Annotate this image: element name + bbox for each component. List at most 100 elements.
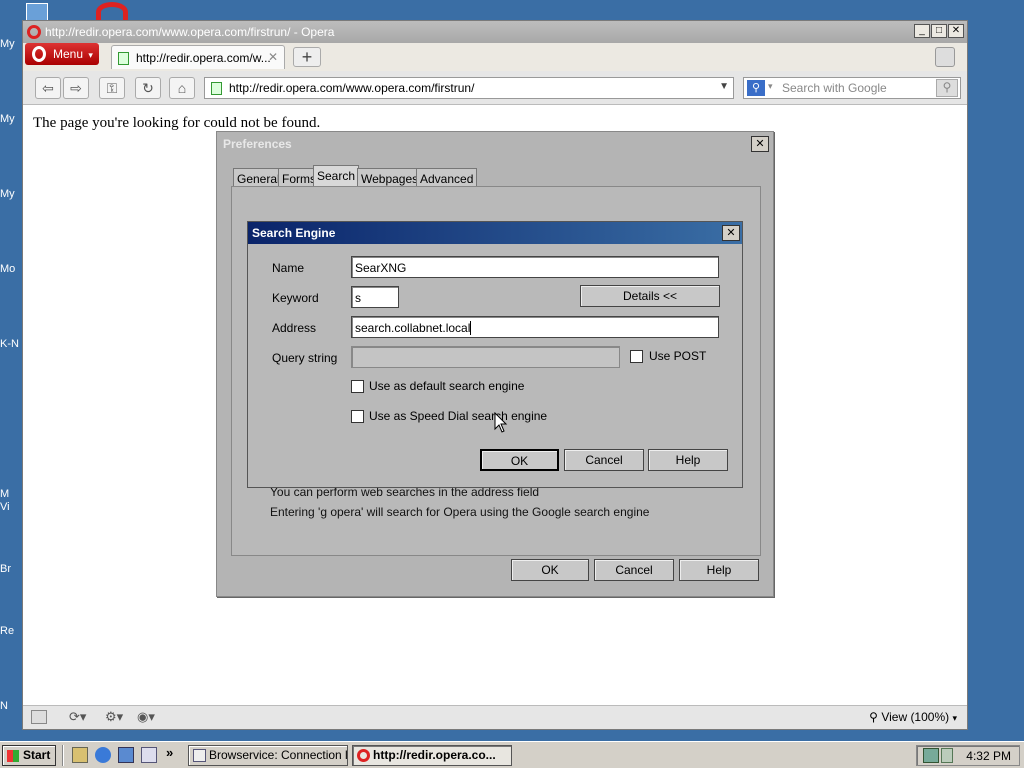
page-icon (118, 52, 129, 65)
title-bar[interactable]: http://redir.opera.com/www.opera.com/fir… (23, 21, 967, 43)
search-field[interactable]: ⚲ ▾ Search with Google ⚲ (743, 77, 961, 99)
security-icon[interactable] (941, 748, 953, 763)
key-icon[interactable]: ⚿ (99, 77, 125, 99)
separator (62, 745, 64, 766)
address-bar[interactable]: http://redir.opera.com/www.opera.com/fir… (204, 77, 734, 99)
dialog-title: Search Engine (248, 222, 742, 244)
search-placeholder: Search with Google (782, 81, 887, 95)
start-label: Start (23, 748, 51, 762)
name-field[interactable]: SearXNG (351, 256, 719, 278)
start-button[interactable]: Start (2, 745, 56, 766)
desktop-icon-label[interactable]: Mo (0, 263, 22, 275)
forward-button[interactable]: ⇨ (63, 77, 89, 99)
close-icon[interactable]: ✕ (751, 136, 769, 152)
speed-dial-checkbox[interactable] (351, 410, 364, 423)
menu-button[interactable]: Menu ▾ (25, 43, 99, 65)
query-string-label: Query string (272, 351, 338, 365)
desktop-icon-label[interactable]: My (0, 38, 22, 50)
default-engine-checkbox[interactable] (351, 380, 364, 393)
name-label: Name (272, 261, 305, 275)
details-button[interactable]: Details << (580, 285, 720, 307)
desktop-icon-label[interactable]: M (0, 488, 22, 500)
address-dropdown-icon[interactable]: ▼ (719, 81, 729, 92)
tab-advanced[interactable]: Advanced (416, 168, 478, 188)
status-bar: ⟳▾ ⚙▾ ◉▾ ⚲ View (100%) ▾ (23, 705, 967, 729)
address-text: http://redir.opera.com/www.opera.com/fir… (229, 81, 475, 95)
taskbar-item-browservice[interactable]: Browservice: Connection l... (188, 745, 348, 766)
desktop-icon-label[interactable]: My (0, 188, 22, 200)
unite-icon[interactable]: ⚙▾ (105, 709, 123, 725)
window-title: http://redir.opera.com/www.opera.com/fir… (45, 25, 335, 39)
clock[interactable]: 4:32 PM (966, 749, 1011, 763)
opera-logo-icon (27, 25, 41, 39)
help-button[interactable]: Help (679, 559, 759, 581)
turbo-icon[interactable]: ◉▾ (137, 709, 155, 725)
window-icon (193, 749, 206, 762)
tab-title: http://redir.opera.com/w... (136, 51, 271, 65)
zoom-label: View (100%) (881, 710, 950, 724)
home-button[interactable]: ⌂ (169, 77, 195, 99)
address-label: Address (272, 321, 317, 335)
show-desktop-icon[interactable] (72, 747, 88, 763)
query-string-field[interactable] (351, 346, 620, 368)
tab-general[interactable]: General (233, 168, 284, 188)
search-info-text: Entering 'g opera' will search for Opera… (270, 505, 650, 519)
cancel-button[interactable]: Cancel (564, 449, 644, 471)
quicklaunch-overflow[interactable]: » (166, 745, 173, 760)
desktop-icon-label[interactable]: Re (0, 625, 22, 637)
task-label: Browservice: Connection l... (209, 748, 348, 762)
search-engine-dialog: Search Engine ✕ Name SearXNG Keyword s D… (247, 221, 743, 488)
close-tab-icon[interactable]: ✕ (268, 50, 278, 64)
dialog-title: Preferences (223, 137, 292, 151)
system-tray: 4:32 PM (916, 745, 1020, 766)
task-label: http://redir.opera.co... (373, 748, 496, 762)
outlook-icon[interactable] (118, 747, 134, 763)
panel-toggle-icon[interactable] (31, 710, 47, 724)
computer-icon[interactable] (26, 3, 48, 21)
search-engine-icon[interactable]: ⚲ (747, 80, 765, 96)
keyword-label: Keyword (272, 291, 319, 305)
desktop-icon-label[interactable]: Br (0, 563, 22, 575)
address-field[interactable]: search.collabnet.local (351, 316, 719, 338)
opera-icon (357, 749, 370, 762)
new-tab-button[interactable]: + (293, 47, 321, 67)
maximize-button[interactable]: □ (931, 24, 947, 38)
help-button[interactable]: Help (648, 449, 728, 471)
menu-label: Menu (53, 47, 84, 61)
ok-button[interactable]: OK (480, 449, 559, 471)
network-icon[interactable] (923, 748, 939, 763)
desktop-icon-label[interactable]: N (0, 700, 22, 712)
zoom-control[interactable]: ⚲ View (100%) ▾ (869, 710, 957, 724)
taskbar-item-opera[interactable]: http://redir.opera.co... (352, 745, 512, 766)
ok-button[interactable]: OK (511, 559, 589, 581)
close-button[interactable]: ✕ (948, 24, 964, 38)
desktop-icon-label[interactable]: K-N (0, 338, 22, 350)
use-post-label: Use POST (649, 349, 707, 363)
page-icon (211, 82, 222, 95)
address-value: search.collabnet.local (355, 321, 471, 335)
desktop-icon-label[interactable]: My (0, 113, 22, 125)
desktop-icon-label[interactable]: Vi (0, 501, 22, 513)
keyword-field[interactable]: s (351, 286, 399, 308)
chevron-down-icon[interactable]: ▾ (768, 81, 773, 92)
sync-icon[interactable]: ⟳▾ (69, 709, 86, 725)
ie-icon[interactable] (95, 747, 111, 763)
explorer-icon[interactable] (141, 747, 157, 763)
tab-current[interactable]: http://redir.opera.com/w... ✕ (111, 45, 285, 69)
speed-dial-label: Use as Speed Dial search engine (369, 409, 548, 423)
windows-logo-icon (7, 750, 19, 762)
back-button[interactable]: ⇦ (35, 77, 61, 99)
trash-icon[interactable] (935, 47, 955, 67)
opera-o-icon (32, 46, 46, 62)
search-icon[interactable]: ⚲ (936, 79, 958, 97)
chevron-down-icon: ▾ (88, 50, 93, 60)
opera-desktop-icon[interactable] (96, 2, 128, 22)
cancel-button[interactable]: Cancel (594, 559, 674, 581)
text-cursor (470, 321, 472, 335)
taskbar: Start » Browservice: Connection l... htt… (0, 741, 1024, 768)
close-icon[interactable]: ✕ (722, 225, 740, 241)
use-post-checkbox[interactable] (630, 350, 643, 363)
minimize-button[interactable]: _ (914, 24, 930, 38)
reload-button[interactable]: ↻ (135, 77, 161, 99)
tab-webpages[interactable]: Webpages (357, 168, 423, 188)
